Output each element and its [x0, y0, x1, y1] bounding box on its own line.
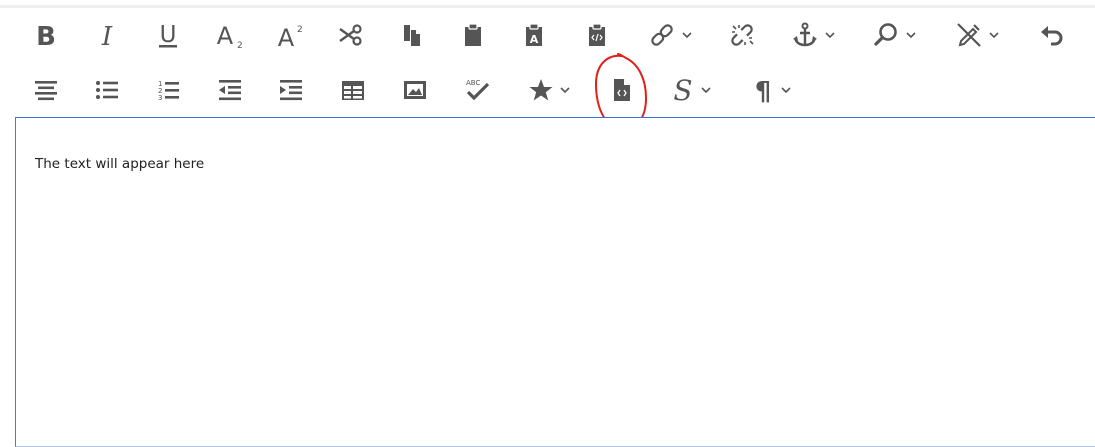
paste-text-button[interactable]: A: [514, 15, 554, 55]
underline-glyph: U: [160, 22, 177, 48]
chevron-down-icon[interactable]: [560, 86, 570, 94]
numbered-list-icon: 1 2 3: [158, 80, 179, 102]
italic-button[interactable]: I: [87, 15, 127, 55]
editor-area[interactable]: The text will appear here: [15, 117, 1095, 447]
spellcheck-glyph: ABC: [466, 79, 480, 87]
table-icon: [342, 81, 364, 100]
underline-icon: U: [159, 22, 177, 48]
table-button[interactable]: [333, 70, 373, 110]
unlink-icon: [731, 24, 754, 46]
paste-button[interactable]: [453, 15, 493, 55]
superscript-button[interactable]: A 2: [270, 15, 310, 55]
style-icon: S: [673, 75, 692, 105]
paragraph-button[interactable]: ¶: [744, 70, 798, 110]
image-icon: [404, 81, 426, 99]
paste-text-glyph: A: [530, 33, 539, 46]
svg-text:2: 2: [297, 25, 303, 35]
chevron-down-icon[interactable]: [825, 31, 835, 39]
no-edit-button[interactable]: [950, 15, 1004, 55]
svg-text:3: 3: [158, 94, 162, 102]
svg-text:2: 2: [237, 41, 243, 50]
paste-icon: [465, 23, 481, 46]
chevron-down-icon[interactable]: [682, 31, 692, 39]
paragraph-glyph: ¶: [755, 77, 772, 105]
style-button[interactable]: S: [664, 70, 718, 110]
subscript-glyph: A: [217, 22, 234, 50]
source-code-icon: [614, 79, 630, 101]
chevron-down-icon[interactable]: [701, 86, 711, 94]
top-rule: [0, 5, 1095, 8]
indent-icon: [280, 80, 302, 101]
superscript-glyph: A: [278, 24, 295, 50]
subscript-button[interactable]: A 2: [209, 15, 249, 55]
paste-code-button[interactable]: [577, 15, 617, 55]
paste-code-icon: [589, 23, 605, 46]
cut-icon: [339, 24, 362, 46]
unlink-button[interactable]: [722, 15, 762, 55]
bullet-list-button[interactable]: [87, 70, 127, 110]
bullet-list-icon: [96, 81, 118, 99]
chevron-down-icon[interactable]: [989, 31, 999, 39]
star-button[interactable]: [522, 70, 576, 110]
paragraph-icon: ¶: [755, 77, 772, 105]
bold-button[interactable]: B: [26, 15, 66, 55]
copy-button[interactable]: [392, 15, 432, 55]
chevron-down-icon[interactable]: [781, 86, 791, 94]
style-glyph: S: [673, 75, 692, 105]
paste-text-icon: A: [526, 23, 542, 46]
no-edit-icon: [957, 23, 981, 47]
undo-icon: [1041, 26, 1063, 46]
find-icon: [874, 23, 897, 46]
link-icon: [651, 24, 673, 46]
chevron-down-icon[interactable]: [906, 31, 916, 39]
outdent-button[interactable]: [210, 70, 250, 110]
cut-button[interactable]: [331, 15, 371, 55]
copy-icon: [404, 25, 420, 46]
bold-glyph: B: [36, 22, 56, 50]
undo-button[interactable]: [1032, 15, 1072, 55]
align-button[interactable]: [26, 70, 66, 110]
anchor-button[interactable]: [787, 15, 839, 55]
bold-icon: B: [36, 22, 56, 50]
image-button[interactable]: [395, 70, 435, 110]
italic-icon: I: [101, 22, 113, 50]
numbered-list-button[interactable]: 1 2 3: [148, 70, 188, 110]
source-code-button[interactable]: [602, 70, 642, 110]
superscript-icon: A 2: [278, 24, 303, 50]
spellcheck-button[interactable]: ABC: [457, 70, 497, 110]
anchor-icon: [793, 22, 817, 47]
underline-button[interactable]: U: [148, 15, 188, 55]
spellcheck-icon: ABC: [466, 79, 490, 101]
editor-content[interactable]: The text will appear here: [35, 156, 204, 172]
find-button[interactable]: [868, 15, 920, 55]
align-icon: [35, 81, 57, 101]
outdent-icon: [219, 80, 241, 101]
subscript-icon: A 2: [217, 22, 243, 50]
link-button[interactable]: [644, 15, 696, 55]
indent-button[interactable]: [271, 70, 311, 110]
star-icon: [529, 79, 553, 101]
italic-glyph: I: [101, 22, 113, 50]
